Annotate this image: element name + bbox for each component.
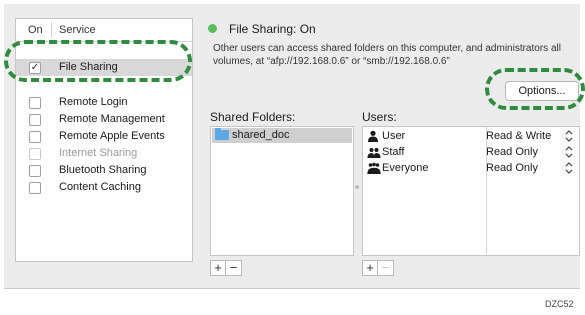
status-title: File Sharing: On [229, 22, 316, 36]
user-name: Staff [382, 146, 405, 158]
single-user-icon [367, 130, 381, 142]
user-name: Everyone [382, 162, 429, 174]
service-list-header: On Service [16, 19, 192, 42]
chevron-up-down-icon[interactable] [565, 162, 573, 177]
column-header-on: On [28, 24, 43, 36]
add-folder-button[interactable]: + [210, 260, 226, 276]
column-header-service: Service [59, 24, 96, 36]
bluetooth-sharing-checkbox[interactable] [29, 165, 41, 177]
everyone-icon [367, 162, 381, 174]
service-item-bluetooth-sharing[interactable]: Bluetooth Sharing [16, 162, 192, 179]
remove-user-button[interactable]: − [378, 260, 394, 276]
options-button-callout [485, 68, 585, 110]
remote-management-checkbox[interactable] [29, 114, 41, 126]
folder-icon [215, 128, 229, 140]
remote-login-checkbox[interactable] [29, 97, 41, 109]
service-label: Bluetooth Sharing [59, 164, 147, 176]
user-permission-select[interactable]: Read Only [486, 162, 538, 174]
shared-folder-name: shared_doc [232, 129, 290, 141]
users-label: Users: [362, 110, 397, 124]
shared-folders-label: Shared Folders: [210, 110, 296, 124]
remove-folder-button[interactable]: − [226, 260, 242, 276]
split-resize-handle[interactable] [355, 185, 359, 189]
service-item-remote-apple-events[interactable]: Remote Apple Events [16, 128, 192, 145]
remote-apple-events-checkbox[interactable] [29, 131, 41, 143]
service-item-remote-management[interactable]: Remote Management [16, 111, 192, 128]
shared-folders-list[interactable]: shared_doc [210, 126, 354, 256]
content-caching-checkbox[interactable] [29, 182, 41, 194]
user-row[interactable]: User Read & Write [363, 129, 579, 145]
users-list[interactable]: User Read & Write Staff Read Only Everyo… [362, 126, 580, 256]
file-sharing-callout [4, 40, 192, 82]
internet-sharing-checkbox[interactable] [29, 148, 41, 160]
service-label: Content Caching [59, 181, 141, 193]
status-indicator-icon [208, 24, 217, 33]
add-user-button[interactable]: + [362, 260, 378, 276]
user-row[interactable]: Staff Read Only [363, 145, 579, 161]
service-item-remote-login[interactable]: Remote Login [16, 94, 192, 111]
service-label: Remote Management [59, 113, 165, 125]
column-divider [51, 22, 52, 38]
users-add-remove: + − [362, 260, 394, 276]
users-column-divider [486, 127, 487, 254]
chevron-up-down-icon[interactable] [565, 146, 573, 161]
service-label: Remote Login [59, 96, 128, 108]
user-permission-select[interactable]: Read Only [486, 146, 538, 158]
service-label: Internet Sharing [59, 147, 138, 159]
status-description: Other users can access shared folders on… [213, 43, 561, 67]
user-row[interactable]: Everyone Read Only [363, 161, 579, 177]
service-label: Remote Apple Events [59, 130, 165, 142]
service-item-internet-sharing[interactable]: Internet Sharing [16, 145, 192, 162]
user-permission-select[interactable]: Read & Write [486, 130, 551, 142]
service-item-content-caching[interactable]: Content Caching [16, 179, 192, 196]
chevron-up-down-icon[interactable] [565, 130, 573, 145]
figure-reference: DZC52 [545, 299, 574, 309]
shared-folder-row[interactable]: shared_doc [212, 128, 352, 143]
shared-folders-add-remove: + − [210, 260, 242, 276]
group-icon [367, 146, 381, 158]
user-name: User [382, 130, 406, 142]
